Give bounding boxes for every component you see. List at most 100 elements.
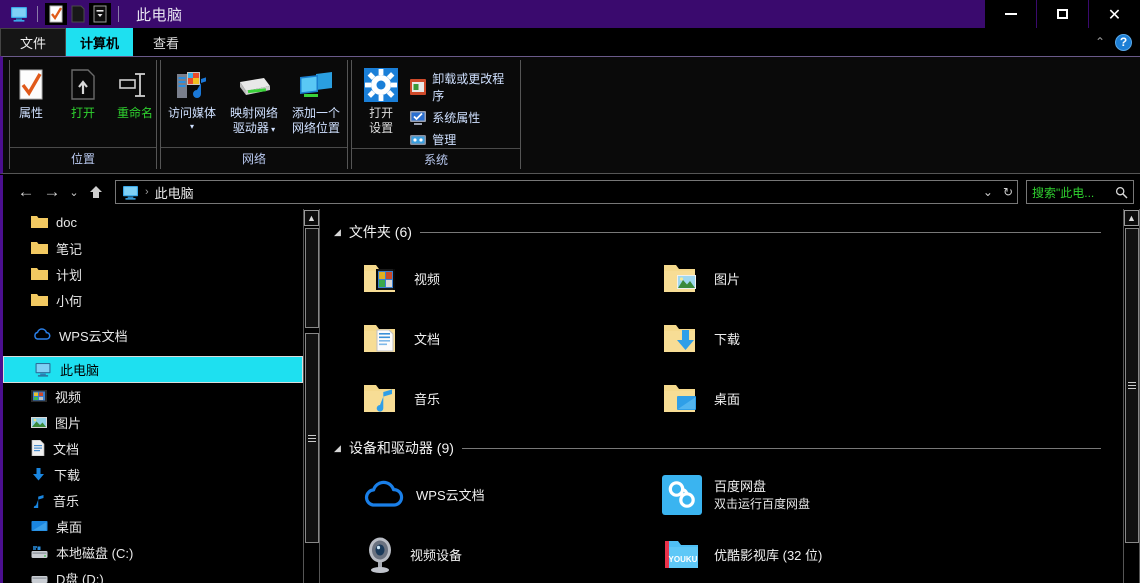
refresh-icon[interactable]: ↻ xyxy=(1003,185,1013,199)
item-documents[interactable]: 文档 xyxy=(334,309,634,369)
item-pictures[interactable]: 图片 xyxy=(634,249,934,309)
tree-item-documents[interactable]: 文档 xyxy=(3,435,303,461)
back-button[interactable]: ← xyxy=(13,179,39,205)
documents-icon xyxy=(31,440,45,456)
tree-item-plan[interactable]: 计划 xyxy=(3,261,303,287)
tree-label: 视频 xyxy=(55,387,81,406)
navpane-scroll-track-thumb[interactable] xyxy=(305,333,319,543)
new-folder-icon[interactable] xyxy=(67,3,89,25)
up-button[interactable] xyxy=(83,179,109,205)
tree-item-xiaohe[interactable]: 小何 xyxy=(3,287,303,313)
section-expander-icon[interactable]: ◢ xyxy=(334,443,341,454)
item-youku-library[interactable]: YOUKU 优酷影视库 (32 位) xyxy=(634,525,934,583)
drive-icon xyxy=(31,572,48,583)
item-baidu-netdisk[interactable]: 百度网盘 双击运行百度网盘 xyxy=(634,465,934,525)
navpane-scroll-up-arrow[interactable]: ▲ xyxy=(304,210,319,226)
navigation-pane-scrollbar[interactable]: ▲ xyxy=(303,209,320,583)
tree-label: D盘 (D:) xyxy=(56,569,104,583)
tree-item-music[interactable]: 音乐 xyxy=(3,487,303,513)
navpane-scroll-thumb[interactable] xyxy=(305,228,319,328)
system-properties-button[interactable]: 系统属性 xyxy=(410,109,512,126)
breadcrumb-separator[interactable]: › xyxy=(145,186,149,198)
access-media-button[interactable]: 访问媒体 ▾ xyxy=(161,66,223,131)
section-expander-icon[interactable]: ◢ xyxy=(334,227,341,238)
window-title: 此电脑 xyxy=(136,4,183,25)
content-pane-scrollbar[interactable]: ▲ xyxy=(1123,209,1140,583)
this-pc-icon[interactable] xyxy=(8,3,30,25)
folder-icon xyxy=(31,267,48,281)
tree-item-drive-d[interactable]: D盘 (D:) xyxy=(3,565,303,583)
open-button[interactable]: 打开 xyxy=(58,66,108,120)
item-desktop[interactable]: 桌面 xyxy=(634,369,934,429)
tree-item-pictures[interactable]: 图片 xyxy=(3,409,303,435)
tree-item-doc[interactable]: doc xyxy=(3,209,303,235)
access-media-dropdown-icon[interactable]: ▾ xyxy=(190,122,194,131)
breadcrumb-this-pc[interactable]: 此电脑 xyxy=(155,183,194,202)
ribbon-group-system: 打开 设置 卸载或更改程序 xyxy=(351,60,521,169)
tree-item-desktop[interactable]: 桌面 xyxy=(3,513,303,539)
content-pane: ◢ 文件夹 (6) xyxy=(320,209,1123,583)
folder-videos-icon xyxy=(362,261,402,297)
tree-item-local-disk-c[interactable]: 本地磁盘 (C:) xyxy=(3,539,303,565)
ribbon: 属性 打开 xyxy=(0,56,1140,174)
section-header-folders[interactable]: ◢ 文件夹 (6) xyxy=(334,221,1123,243)
manage-label: 管理 xyxy=(432,131,456,148)
rename-icon xyxy=(118,68,152,102)
folder-icon xyxy=(31,293,48,307)
item-video-device[interactable]: 视频设备 xyxy=(334,525,634,583)
path-breadcrumb-box[interactable]: › 此电脑 ⌄ ↻ xyxy=(115,180,1018,204)
map-network-drive-button[interactable]: 映射网络 驱动器 ▾ xyxy=(223,66,285,137)
tab-computer[interactable]: 计算机 xyxy=(66,28,133,56)
quick-access-toolbar xyxy=(0,0,126,28)
search-input[interactable]: 搜索"此电... xyxy=(1026,180,1134,204)
item-videos[interactable]: 视频 xyxy=(334,249,634,309)
customize-dropdown-icon[interactable] xyxy=(89,3,111,25)
properties-icon[interactable] xyxy=(45,3,67,25)
item-label: 桌面 xyxy=(714,391,740,408)
manage-button[interactable]: 管理 xyxy=(410,131,512,148)
minimize-button[interactable] xyxy=(984,0,1036,28)
content-scroll-grip xyxy=(1128,382,1136,389)
help-icon[interactable]: ? xyxy=(1115,34,1132,51)
tree-label: 本地磁盘 (C:) xyxy=(56,543,133,562)
item-music[interactable]: 音乐 xyxy=(334,369,634,429)
section-header-devices[interactable]: ◢ 设备和驱动器 (9) xyxy=(334,437,1123,459)
tab-file[interactable]: 文件 xyxy=(0,28,66,56)
forward-button[interactable]: → xyxy=(39,179,65,205)
path-history-dropdown-icon[interactable]: ⌄ xyxy=(983,185,993,199)
uninstall-program-button[interactable]: 卸载或更改程序 xyxy=(410,70,512,104)
tree-label: 小何 xyxy=(56,291,82,310)
close-button[interactable]: ✕ xyxy=(1088,0,1140,28)
add-network-location-button[interactable]: 添加一个 网络位置 xyxy=(285,66,347,136)
tree-item-videos[interactable]: 视频 xyxy=(3,383,303,409)
folder-music-icon xyxy=(362,381,402,417)
properties-button[interactable]: 属性 xyxy=(6,66,56,120)
item-wps-cloud[interactable]: WPS云文档 xyxy=(334,465,634,525)
item-downloads[interactable]: 下载 xyxy=(634,309,934,369)
section-rule xyxy=(462,448,1101,449)
tab-view[interactable]: 查看 xyxy=(133,28,199,56)
tree-item-wps-cloud[interactable]: WPS云文档 xyxy=(3,322,303,348)
tree-item-downloads[interactable]: 下载 xyxy=(3,461,303,487)
tree-item-this-pc[interactable]: 此电脑 xyxy=(3,356,303,383)
item-label: 文档 xyxy=(414,331,440,348)
tree-label: 笔记 xyxy=(56,239,82,258)
address-bar: ← → ⌄ › 此电脑 ⌄ ↻ 搜索 xyxy=(0,175,1140,209)
tree-label: 此电脑 xyxy=(60,360,99,379)
item-label: 视频 xyxy=(414,271,440,288)
folder-documents-icon xyxy=(362,321,402,357)
this-pc-icon xyxy=(34,362,52,377)
open-settings-button[interactable]: 打开 设置 xyxy=(360,66,402,136)
tree-label: 文档 xyxy=(53,439,79,458)
path-right-controls: ⌄ ↻ xyxy=(983,185,1013,199)
tree-item-notes[interactable]: 笔记 xyxy=(3,235,303,261)
add-net-line2: 网络位置 xyxy=(292,121,340,135)
collapse-ribbon-icon[interactable]: ⌃ xyxy=(1095,35,1105,49)
content-scroll-thumb[interactable] xyxy=(1125,228,1139,543)
system-small-buttons: 卸载或更改程序 系统属性 xyxy=(410,66,512,148)
maximize-button[interactable] xyxy=(1036,0,1088,28)
add-net-line1: 添加一个 xyxy=(292,106,340,120)
content-scroll-up-arrow[interactable]: ▲ xyxy=(1124,210,1139,226)
folders-grid: 视频 图片 xyxy=(334,249,1123,429)
recent-locations-button[interactable]: ⌄ xyxy=(65,179,83,205)
